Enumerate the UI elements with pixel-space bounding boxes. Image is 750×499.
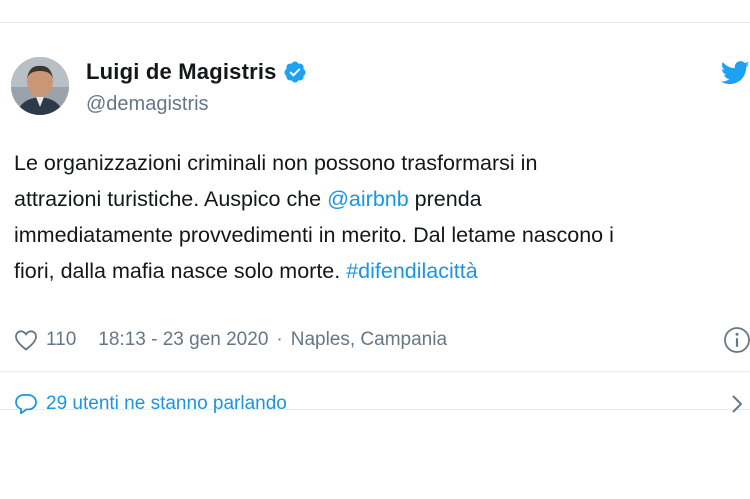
tweet-location[interactable]: Naples, Campania <box>291 329 447 351</box>
divider <box>0 371 750 372</box>
avatar-image <box>11 57 69 115</box>
heart-icon[interactable] <box>14 329 38 351</box>
twitter-bird-icon[interactable] <box>721 61 750 85</box>
tweet-meta-row: 110 18:13 - 23 gen 2020 · Naples, Campan… <box>14 325 750 355</box>
like-count[interactable]: 110 <box>46 329 76 351</box>
tweet-text-line: fiori, dalla mafia nasce solo morte. #di… <box>14 253 744 289</box>
conversation-label: 29 utenti ne stanno parlando <box>46 393 287 414</box>
tweet-text-segment: fiori, dalla mafia nasce solo morte. <box>14 259 347 283</box>
author-name-row: Luigi de Magistris <box>86 59 307 85</box>
tweet-text-line: immediatamente provvedimenti in merito. … <box>14 217 744 253</box>
tweet-text-segment: Le organizzazioni criminali non possono … <box>14 151 538 175</box>
tweet-text-segment: immediatamente provvedimenti in merito. … <box>14 223 614 247</box>
tweet-text-segment: attrazioni turistiche. Auspico che <box>14 187 328 211</box>
tweet-text-segment: prenda <box>408 187 482 211</box>
meta-separator: · <box>276 329 283 350</box>
comment-icon <box>15 394 37 415</box>
hashtag-link[interactable]: #difendilacittà <box>346 259 477 283</box>
avatar[interactable] <box>11 57 69 115</box>
chevron-right-icon <box>732 395 743 413</box>
conversation-link[interactable]: 29 utenti ne stanno parlando <box>14 389 750 419</box>
mention-link-airbnb[interactable]: @airbnb <box>327 187 409 211</box>
tweet-timestamp[interactable]: 18:13 - 23 gen 2020 <box>98 329 268 351</box>
author-handle[interactable]: @demagistris <box>86 93 209 116</box>
tweet-text: Le organizzazioni criminali non possono … <box>14 145 744 289</box>
info-icon[interactable] <box>723 326 750 354</box>
author-name[interactable]: Luigi de Magistris <box>86 59 277 85</box>
tweet-text-line: attrazioni turistiche. Auspico che @airb… <box>14 181 744 217</box>
verified-badge-icon <box>284 61 306 83</box>
tweet-text-line: Le organizzazioni criminali non possono … <box>14 145 744 181</box>
tweet-card: Luigi de Magistris @demagistris Le organ… <box>0 22 750 415</box>
